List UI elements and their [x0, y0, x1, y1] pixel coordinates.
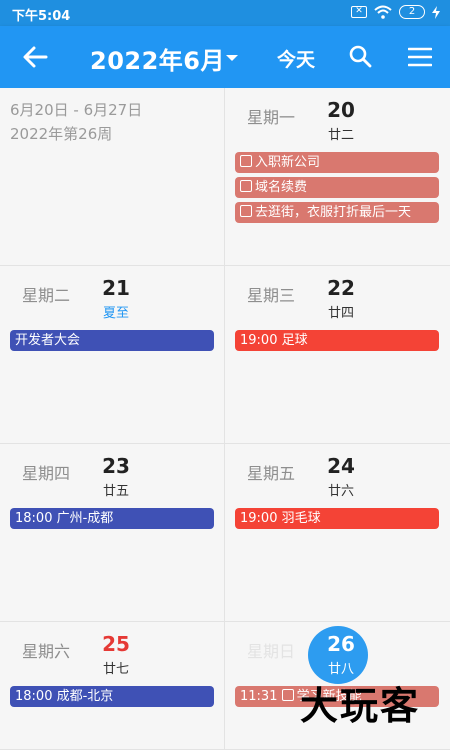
task-item[interactable]: 去逛街，衣服打折最后一天	[235, 202, 439, 223]
checkbox-icon[interactable]	[240, 155, 252, 167]
menu-icon[interactable]	[408, 46, 432, 68]
event-item[interactable]: 19:00 足球	[235, 330, 439, 351]
day-number: 20	[327, 98, 355, 122]
weekday-label: 星期二	[22, 286, 71, 305]
back-arrow-icon[interactable]	[22, 44, 48, 70]
status-bar: 下午5:04 ✕ 2	[0, 0, 450, 26]
week-date-range: 6月20日 - 6月27日	[10, 101, 143, 119]
week-number: 2022年第26周	[10, 125, 113, 143]
wifi-icon	[374, 5, 392, 19]
day-cell-wednesday[interactable]: 星期三 22 廿四 19:00 足球	[225, 266, 450, 444]
today-button[interactable]: 今天	[277, 45, 315, 72]
lunar-date: 廿二	[327, 128, 354, 143]
weekday-label: 星期四	[22, 464, 71, 483]
day-number: 25	[102, 632, 130, 656]
week-grid: 6月20日 - 6月27日 2022年第26周 星期一 20 廿二 入职新公司 …	[0, 88, 450, 750]
day-cell-friday[interactable]: 星期五 24 廿六 19:00 羽毛球	[225, 444, 450, 622]
weekday-label: 星期一	[247, 108, 296, 127]
lunar-date: 廿七	[102, 662, 129, 677]
weekday-label: 星期日	[247, 642, 296, 661]
weekday-label: 星期六	[22, 642, 71, 661]
event-item[interactable]: 18:00 广州-成都	[10, 508, 214, 529]
event-item[interactable]: 开发者大会	[10, 330, 214, 351]
task-item[interactable]: 入职新公司	[235, 152, 439, 173]
day-number: 26	[327, 632, 355, 656]
day-cell-monday[interactable]: 星期一 20 廿二 入职新公司 域名续费 去逛街，衣服打折最后一天	[225, 88, 450, 266]
week-summary: 6月20日 - 6月27日 2022年第26周	[10, 98, 142, 146]
weekday-label: 星期三	[247, 286, 296, 305]
charging-icon	[432, 5, 440, 19]
day-cell-saturday[interactable]: 星期六 25 廿七 18:00 成都-北京	[0, 622, 225, 750]
task-item[interactable]: 域名续费	[235, 177, 439, 198]
status-icons: ✕ 2	[351, 5, 440, 19]
month-title[interactable]: 2022年6月	[90, 41, 225, 76]
day-cell-tuesday[interactable]: 星期二 21 夏至 开发者大会	[0, 266, 225, 444]
day-number: 21	[102, 276, 130, 300]
search-icon[interactable]	[348, 44, 372, 68]
chevron-down-icon[interactable]	[226, 55, 238, 61]
checkbox-icon[interactable]	[240, 205, 252, 217]
week-summary-cell: 6月20日 - 6月27日 2022年第26周	[0, 88, 225, 266]
solar-term: 夏至	[102, 306, 129, 321]
event-item[interactable]: 18:00 成都-北京	[10, 686, 214, 707]
battery-icon: 2	[399, 5, 425, 19]
sim-off-icon: ✕	[351, 6, 367, 18]
weekday-label: 星期五	[247, 464, 296, 483]
lunar-date: 廿四	[327, 306, 354, 321]
lunar-date: 廿六	[327, 484, 354, 499]
task-time: 11:31	[240, 689, 278, 704]
event-item[interactable]: 19:00 羽毛球	[235, 508, 439, 529]
lunar-date: 廿五	[102, 484, 129, 499]
checkbox-icon[interactable]	[240, 180, 252, 192]
day-cell-thursday[interactable]: 星期四 23 廿五 18:00 广州-成都	[0, 444, 225, 622]
watermark-logo: 大玩客	[300, 683, 421, 728]
checkbox-icon[interactable]	[281, 689, 294, 701]
day-number: 22	[327, 276, 355, 300]
app-bar: 2022年6月 今天	[0, 26, 450, 88]
status-time: 下午5:04	[12, 9, 71, 24]
day-number: 24	[327, 454, 355, 478]
day-number: 23	[102, 454, 130, 478]
